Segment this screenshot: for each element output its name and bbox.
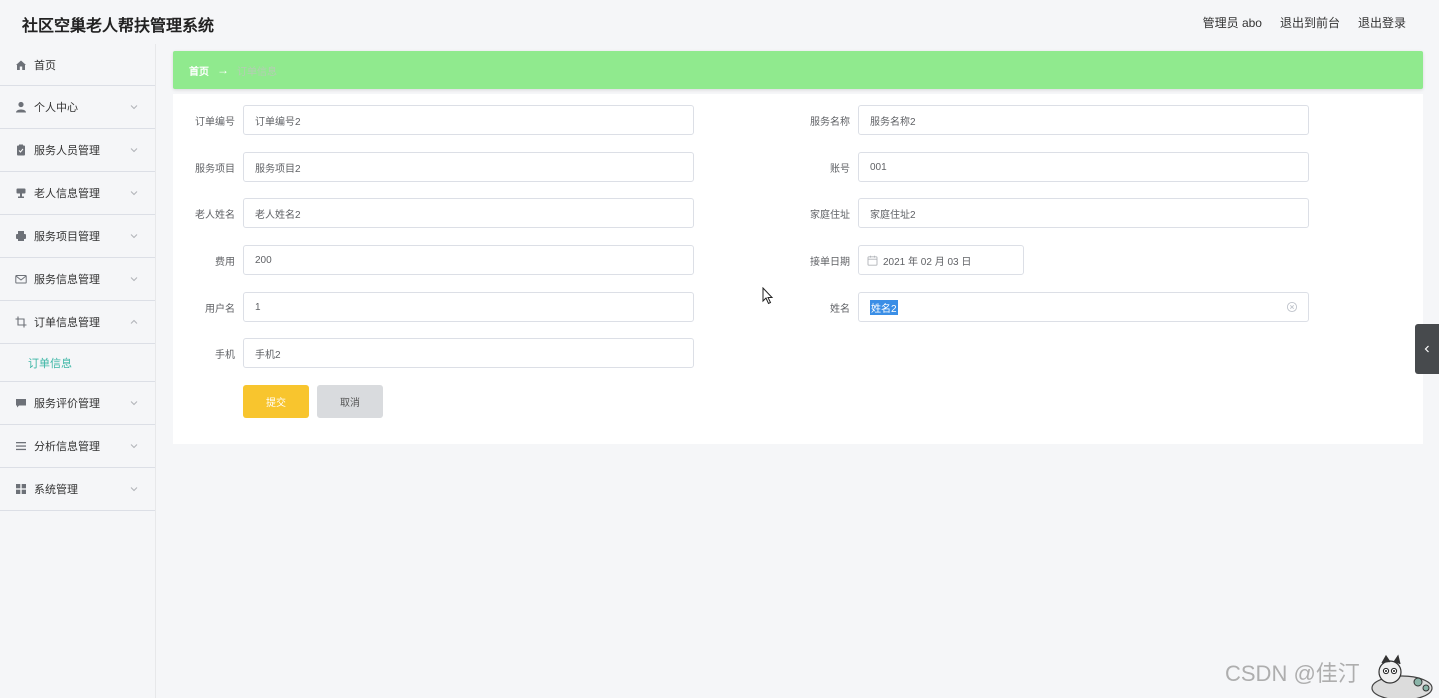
panel-toggle-tab[interactable] — [1415, 324, 1439, 374]
sidebar-item-label: 分析信息管理 — [34, 441, 100, 453]
sidebar-item-elder-info[interactable]: 老人信息管理 — [0, 172, 155, 215]
sidebar-item-service-staff[interactable]: 服务人员管理 — [0, 129, 155, 172]
list-icon — [15, 440, 27, 452]
sidebar-item-label: 服务项目管理 — [34, 231, 100, 243]
chevron-left-icon — [1424, 345, 1429, 353]
sidebar-item-label: 首页 — [34, 59, 56, 72]
name-label: 姓名 — [830, 303, 850, 315]
sidebar-item-label: 个人中心 — [34, 102, 78, 114]
sidebar-item-service-review[interactable]: 服务评价管理 — [0, 382, 155, 425]
username-input[interactable]: 1 — [243, 292, 694, 322]
service-item-input[interactable]: 服务项目2 — [243, 152, 694, 182]
fee-input[interactable]: 200 — [243, 245, 694, 275]
chevron-down-icon — [130, 401, 138, 406]
name-input[interactable]: 姓名2 — [858, 292, 1309, 322]
elder-name-field: 老人姓名 老人姓名2 — [181, 198, 694, 228]
order-date-field: 接单日期 2021 年 02 月 03 日 — [796, 245, 1024, 275]
app-title: 社区空巢老人帮扶管理系统 — [22, 18, 215, 35]
grid-icon — [15, 483, 27, 495]
sidebar-item-label: 服务人员管理 — [34, 145, 100, 157]
sidebar-item-home[interactable]: 首页 — [0, 44, 155, 86]
order-date-value: 2021 年 02 月 03 日 — [883, 256, 972, 268]
username-label: 用户名 — [205, 303, 235, 315]
clipboard-icon — [15, 144, 27, 156]
home-address-label: 家庭住址 — [810, 209, 850, 221]
home-address-field: 家庭住址 家庭住址2 — [796, 198, 1309, 228]
chevron-down-icon — [130, 105, 138, 110]
fee-field: 费用 200 — [181, 245, 694, 275]
order-no-label: 订单编号 — [195, 116, 235, 128]
sidebar-item-service-items[interactable]: 服务项目管理 — [0, 215, 155, 258]
crop-icon — [15, 316, 27, 328]
sidebar: 首页 个人中心 服务人员管理 老人信息管理 服务项目管理 服务信息管理 订单信息… — [0, 44, 156, 698]
service-name-field: 服务名称 服务名称2 — [796, 105, 1309, 135]
username-field: 用户名 1 — [181, 292, 694, 322]
service-item-field: 服务项目 服务项目2 — [181, 152, 694, 182]
sidebar-item-label: 系统管理 — [34, 484, 78, 496]
order-date-picker[interactable]: 2021 年 02 月 03 日 — [858, 245, 1024, 275]
printer-icon — [15, 230, 27, 242]
chevron-down-icon — [130, 487, 138, 492]
order-form: 订单编号 订单编号2 服务项目 服务项目2 老人姓名 老人姓名2 费用 200 … — [173, 94, 1423, 444]
sidebar-item-personal-center[interactable]: 个人中心 — [0, 86, 155, 129]
home-address-input[interactable]: 家庭住址2 — [858, 198, 1309, 228]
top-header: 社区空巢老人帮扶管理系统 管理员 abo 退出到前台 退出登录 — [0, 0, 1439, 44]
breadcrumb-separator: → — [217, 63, 229, 77]
chevron-down-icon — [130, 148, 138, 153]
sidebar-item-order-info[interactable]: 订单信息管理 — [0, 301, 155, 344]
sidebar-item-label: 老人信息管理 — [34, 188, 100, 200]
mascot-sticker-icon — [1371, 654, 1433, 698]
user-icon — [15, 101, 27, 113]
elder-name-input[interactable]: 老人姓名2 — [243, 198, 694, 228]
comment-icon — [15, 397, 27, 409]
sidebar-item-analysis[interactable]: 分析信息管理 — [0, 425, 155, 468]
chevron-down-icon — [130, 191, 138, 196]
elder-name-label: 老人姓名 — [195, 209, 235, 221]
account-input[interactable]: 001 — [858, 152, 1309, 182]
home-icon — [15, 59, 27, 71]
chevron-down-icon — [130, 277, 138, 282]
chevron-down-icon — [130, 444, 138, 449]
sidebar-item-system[interactable]: 系统管理 — [0, 468, 155, 511]
service-name-label: 服务名称 — [810, 116, 850, 128]
mouse-cursor-icon — [762, 287, 774, 305]
calendar-icon — [867, 255, 878, 266]
admin-label: 管理员 abo — [1202, 16, 1262, 30]
service-item-label: 服务项目 — [195, 163, 235, 175]
header-actions: 管理员 abo 退出到前台 退出登录 — [1203, 14, 1406, 31]
logout-link[interactable]: 退出登录 — [1358, 14, 1406, 31]
watermark-text: CSDN @佳汀 — [1225, 661, 1360, 686]
sidebar-item-label: 服务评价管理 — [34, 398, 100, 410]
order-no-field: 订单编号 订单编号2 — [181, 105, 694, 135]
back-to-front-link[interactable]: 退出到前台 — [1280, 14, 1340, 31]
fee-label: 费用 — [215, 256, 235, 268]
phone-field: 手机 手机2 — [181, 338, 694, 368]
sidebar-item-label: 订单信息管理 — [34, 317, 100, 329]
sidebar-item-service-info[interactable]: 服务信息管理 — [0, 258, 155, 301]
chevron-up-icon — [130, 319, 138, 324]
submit-button[interactable]: 提交 — [243, 385, 309, 418]
account-field: 账号 001 — [796, 152, 1309, 182]
breadcrumb-home[interactable]: 首页 — [189, 63, 209, 78]
phone-input[interactable]: 手机2 — [243, 338, 694, 368]
name-input-value: 姓名2 — [870, 299, 898, 315]
sidebar-item-label: 服务信息管理 — [34, 274, 100, 286]
stamp-icon — [15, 187, 27, 199]
account-label: 账号 — [830, 163, 850, 175]
order-date-label: 接单日期 — [810, 256, 850, 268]
cancel-button[interactable]: 取消 — [317, 385, 383, 418]
name-field: 姓名 姓名2 — [796, 292, 1309, 322]
phone-label: 手机 — [215, 349, 235, 361]
service-name-input[interactable]: 服务名称2 — [858, 105, 1309, 135]
breadcrumb-current: 订单信息 — [237, 66, 277, 78]
mail-icon — [15, 273, 27, 285]
chevron-down-icon — [130, 234, 138, 239]
clear-icon[interactable] — [1286, 301, 1298, 313]
order-no-input[interactable]: 订单编号2 — [243, 105, 694, 135]
breadcrumb: 首页 → 订单信息 — [173, 51, 1423, 89]
sidebar-subitem-order-info[interactable]: 订单信息 — [0, 344, 155, 382]
